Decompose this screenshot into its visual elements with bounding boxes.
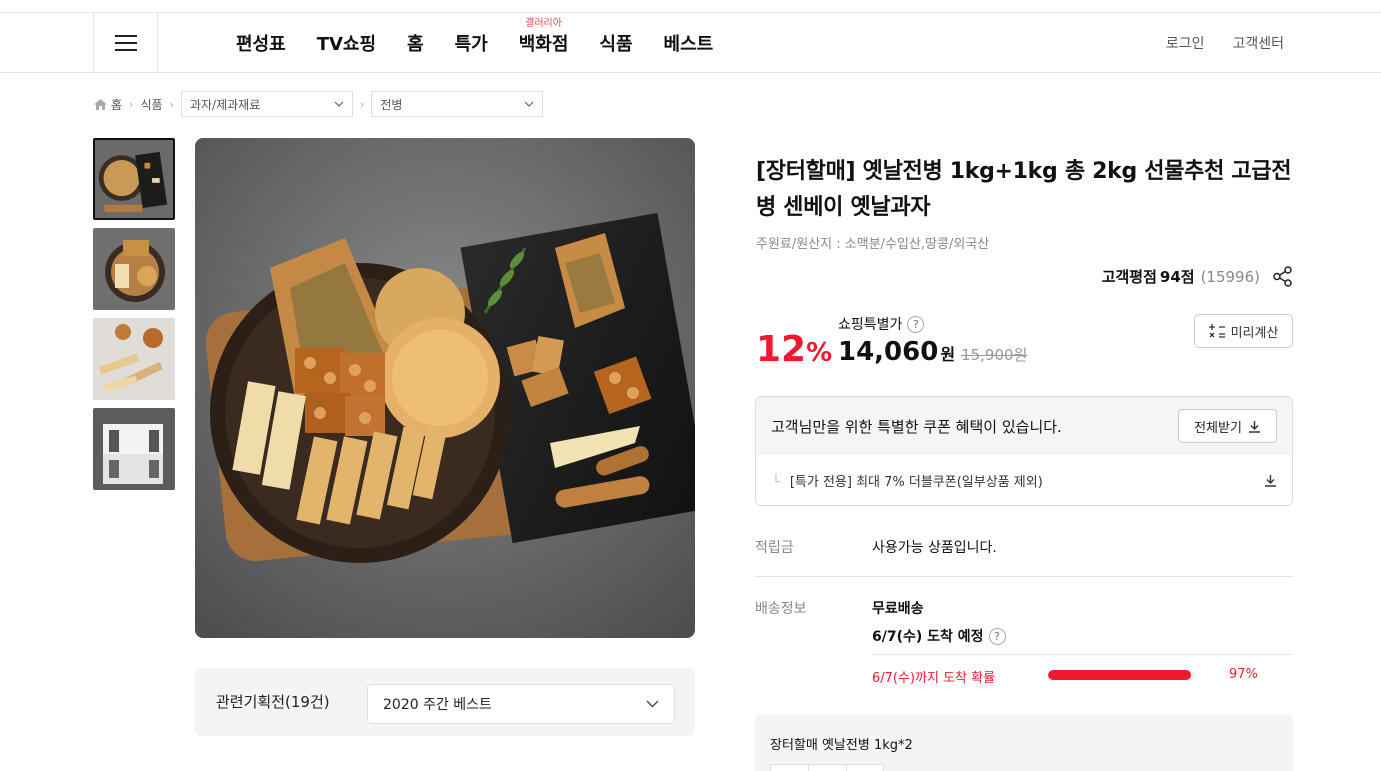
nav-item-department-store[interactable]: 갤러리아 백화점 — [519, 18, 569, 56]
shipping-label: 배송정보 — [755, 601, 807, 617]
nav-item-food[interactable]: 식품 — [599, 30, 632, 56]
category-select-level3[interactable]: 전병 — [371, 91, 544, 117]
customer-center-link[interactable]: 고객센터 — [1232, 33, 1284, 53]
nav-item-best[interactable]: 베스트 — [664, 30, 714, 56]
chevron-right-icon: › — [169, 97, 174, 111]
coupon-item: └ [특가 전용] 최대 7% 더블쿠폰(일부상품 제외) — [756, 455, 1292, 505]
price-label: 쇼핑특별가 ? — [838, 314, 925, 334]
quantity-value — [809, 765, 847, 771]
breadcrumb: 홈 › 식품 › 과자/제과재료 › 전병 — [94, 91, 544, 117]
related-exhibitions: 관련기획전(19건) 2020 주간 베스트 — [195, 668, 695, 736]
product-origin: 주원료/원산지 : 소맥분/수입산,땅콩/외국산 — [756, 237, 990, 252]
home-icon — [94, 98, 107, 110]
quantity-stepper[interactable] — [770, 764, 884, 771]
menu-button[interactable] — [93, 13, 158, 72]
arrival-date: 6/7(수) 도착 예정 ? — [872, 626, 1006, 646]
breadcrumb-food[interactable]: 식품 — [140, 96, 162, 113]
nav-item-home[interactable]: 홈 — [407, 30, 424, 56]
breadcrumb-home[interactable]: 홈 — [94, 96, 122, 113]
option-name: 장터할매 옛날전병 1kg*2 — [770, 738, 913, 753]
main-nav: 편성표 TV쇼핑 홈 특가 갤러리아 백화점 식품 베스트 — [236, 13, 744, 72]
original-price: 15,900원 — [961, 346, 1028, 364]
category-select-level2[interactable]: 과자/제과재료 — [180, 91, 353, 117]
question-icon[interactable]: ? — [988, 627, 1006, 645]
coupon-box: 고객님만을 위한 특별한 쿠폰 혜택이 있습니다. 전체받기 └ [특가 전용] … — [755, 396, 1293, 506]
arrival-probability-fill — [1048, 670, 1191, 680]
login-link[interactable]: 로그인 — [1166, 33, 1205, 53]
product-main-image[interactable] — [195, 138, 695, 638]
nav-item-tv-shopping[interactable]: TV쇼핑 — [317, 30, 376, 56]
free-shipping: 무료배송 — [872, 601, 924, 617]
decrease-button[interactable] — [771, 765, 809, 771]
customer-rating: 고객평점 94점 (15996) — [1102, 266, 1293, 287]
product-title: [장터할매] 옛날전병 1kg+1kg 총 2kg 선물추천 고급전병 센베이 … — [756, 159, 1292, 220]
points-label: 적립금 — [755, 540, 794, 556]
nav-item-deals[interactable]: 특가 — [455, 30, 488, 56]
chevron-right-icon: › — [129, 97, 134, 111]
divider — [755, 576, 1293, 577]
price-calculator-button[interactable]: 미리계산 — [1194, 314, 1293, 348]
elbow-icon: └ — [772, 474, 780, 490]
util-menu: 로그인 고객센터 — [1138, 13, 1284, 72]
site-header: 편성표 TV쇼핑 홈 특가 갤러리아 백화점 식품 베스트 로그인 고객센터 — [0, 13, 1381, 73]
discount-rate: 12% — [756, 329, 833, 370]
product-thumbnail-3[interactable] — [93, 318, 175, 400]
chevron-down-icon — [524, 101, 534, 107]
selected-option: 장터할매 옛날전병 1kg*2 — [755, 714, 1293, 771]
galleria-badge: 갤러리아 — [525, 17, 562, 29]
coupon-title: 고객님만을 위한 특별한 쿠폰 혜택이 있습니다. — [771, 417, 1062, 436]
arrival-probability-bar — [1048, 670, 1195, 680]
related-exhibitions-label: 관련기획전(19건) — [216, 693, 330, 711]
share-button[interactable] — [1272, 266, 1293, 287]
product-thumbnail-1[interactable] — [93, 138, 175, 220]
product-thumbnail-4[interactable] — [93, 408, 175, 490]
divider — [872, 654, 1293, 655]
share-icon — [1273, 266, 1292, 287]
related-exhibitions-select[interactable]: 2020 주간 베스트 — [367, 684, 675, 724]
question-icon[interactable]: ? — [907, 315, 925, 333]
review-count[interactable]: (15996) — [1201, 268, 1260, 286]
calculator-icon — [1208, 324, 1225, 338]
arrival-probability-value: 97% — [1229, 667, 1258, 682]
chevron-down-icon — [334, 101, 344, 107]
rating-score: 94점 — [1159, 268, 1195, 286]
arrival-probability-label: 6/7(수)까지 도착 확률 — [872, 671, 996, 686]
chevron-right-icon: › — [359, 97, 365, 111]
hamburger-icon — [114, 34, 137, 51]
download-coupon-button[interactable] — [1264, 474, 1277, 487]
nav-item-schedule[interactable]: 편성표 — [236, 30, 286, 56]
points-value: 사용가능 상품입니다. — [872, 540, 997, 556]
download-all-coupons-button[interactable]: 전체받기 — [1178, 409, 1277, 443]
sale-price: 14,060 원 15,900원 — [838, 337, 1028, 367]
download-icon — [1248, 420, 1260, 433]
chevron-down-icon — [646, 700, 659, 708]
download-icon — [1265, 474, 1276, 487]
product-thumbnail-2[interactable] — [93, 228, 175, 310]
